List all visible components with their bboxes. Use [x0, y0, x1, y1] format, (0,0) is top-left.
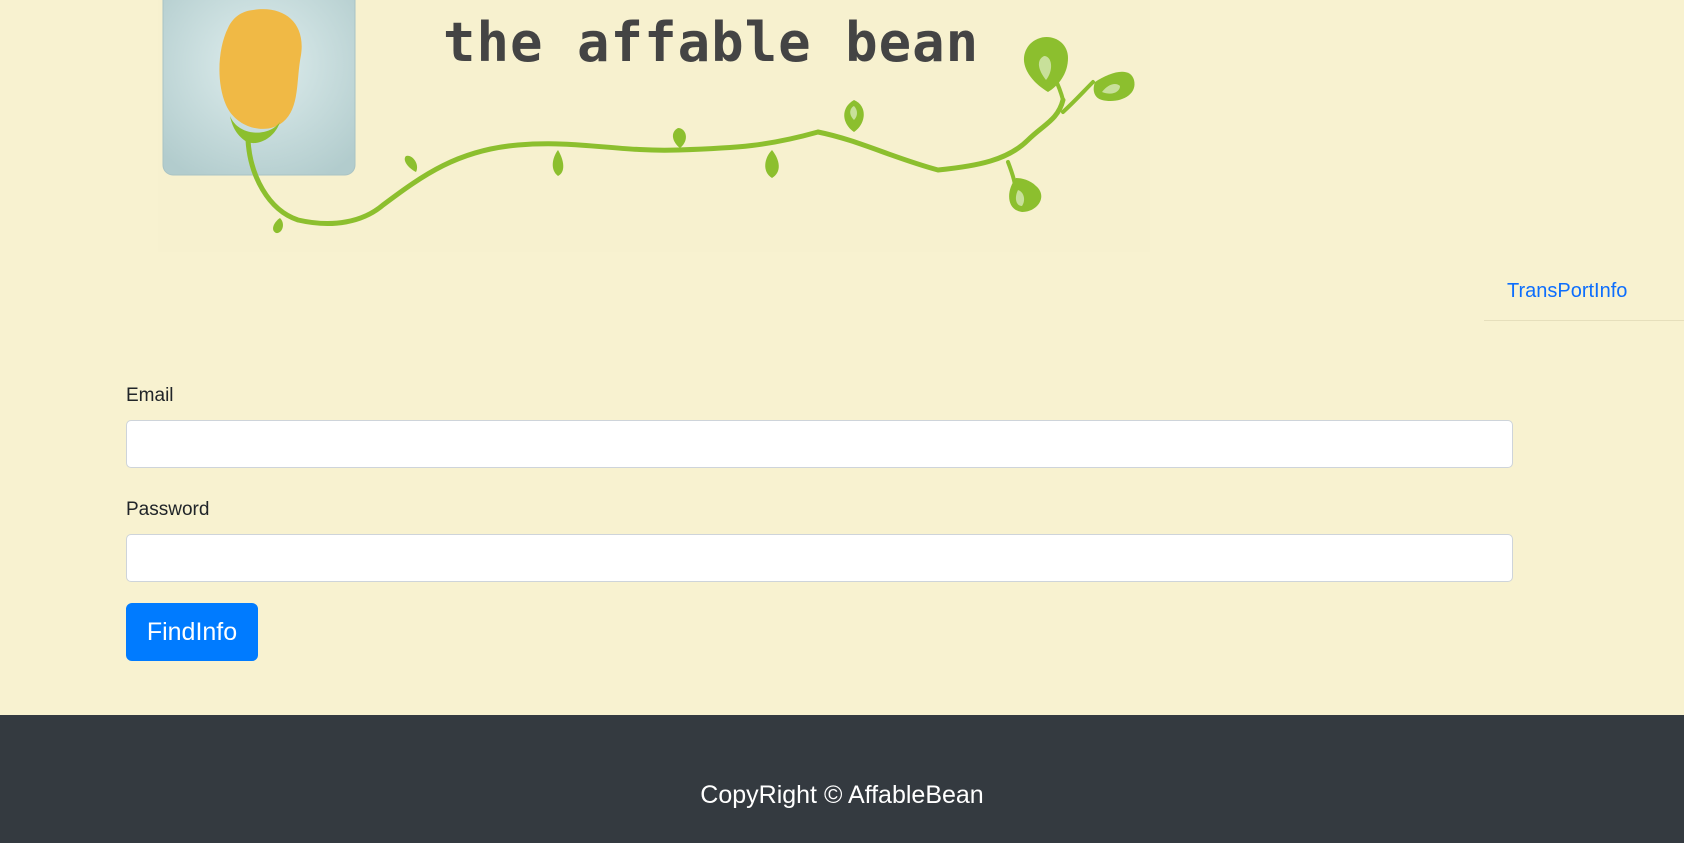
logo-text: the affable bean — [443, 11, 980, 74]
copyright-text: CopyRight © AffableBean — [700, 781, 984, 809]
password-field[interactable] — [126, 534, 1513, 582]
page: the affable bean TransPortInfo Email Pas… — [0, 0, 1684, 843]
nav-link-transportinfo[interactable]: TransPortInfo — [1507, 280, 1627, 303]
login-form: Email Password FindInfo — [126, 380, 1514, 661]
email-label: Email — [126, 385, 174, 406]
email-field[interactable] — [126, 420, 1513, 468]
header-banner: the affable bean — [158, 0, 1150, 252]
nav-bar: TransPortInfo — [1484, 270, 1684, 321]
password-label: Password — [126, 499, 210, 520]
findinfo-button[interactable]: FindInfo — [126, 603, 258, 661]
footer: CopyRight © AffableBean — [0, 715, 1684, 843]
